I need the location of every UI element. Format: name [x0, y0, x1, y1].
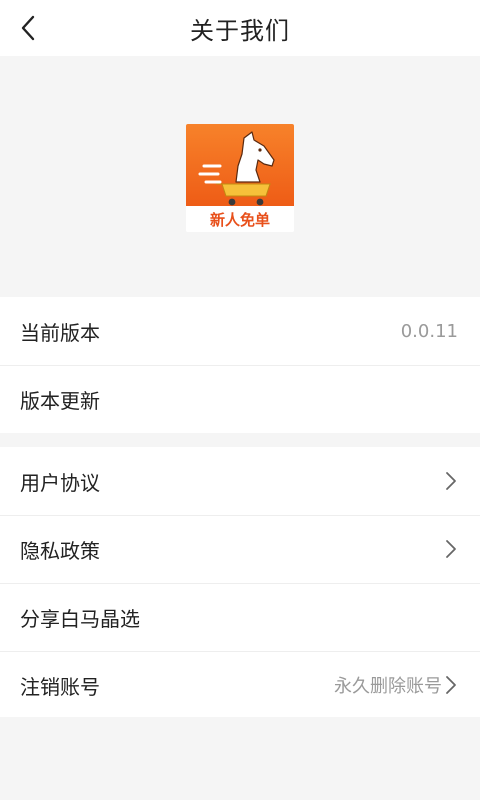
version-update-row[interactable]: 版本更新 — [0, 365, 480, 433]
privacy-policy-row[interactable]: 隐私政策 — [0, 515, 480, 583]
share-app-row[interactable]: 分享白马晶选 — [0, 583, 480, 651]
delete-account-row[interactable]: 注销账号 永久删除账号 — [0, 651, 480, 719]
chevron-right-icon — [444, 675, 458, 695]
version-section: 当前版本 0.0.11 版本更新 — [0, 297, 480, 433]
chevron-right-icon — [444, 471, 458, 491]
current-version-label: 当前版本 — [20, 320, 100, 345]
logo-area: 新人免单 — [0, 56, 480, 296]
logo-text: 新人免单 — [210, 211, 270, 229]
user-agreement-row[interactable]: 用户协议 — [0, 447, 480, 515]
privacy-policy-label: 隐私政策 — [20, 538, 100, 563]
page-title: 关于我们 — [190, 16, 290, 45]
version-update-label: 版本更新 — [20, 388, 100, 413]
chevron-left-icon — [21, 15, 35, 41]
current-version-value: 0.0.11 — [400, 320, 458, 342]
links-section: 用户协议 隐私政策 分享白马晶选 注销账号 永久删除账号 — [0, 447, 480, 717]
chevron-right-icon — [444, 539, 458, 559]
horse-cart-icon: 新人免单 — [186, 124, 294, 232]
back-button[interactable] — [8, 8, 48, 48]
delete-account-hint: 永久删除账号 — [334, 676, 442, 697]
app-logo: 新人免单 — [186, 124, 294, 232]
current-version-row: 当前版本 0.0.11 — [0, 297, 480, 365]
delete-account-label: 注销账号 — [20, 674, 100, 699]
share-app-label: 分享白马晶选 — [20, 606, 140, 631]
user-agreement-label: 用户协议 — [20, 470, 100, 495]
top-bar: 关于我们 — [0, 0, 480, 56]
